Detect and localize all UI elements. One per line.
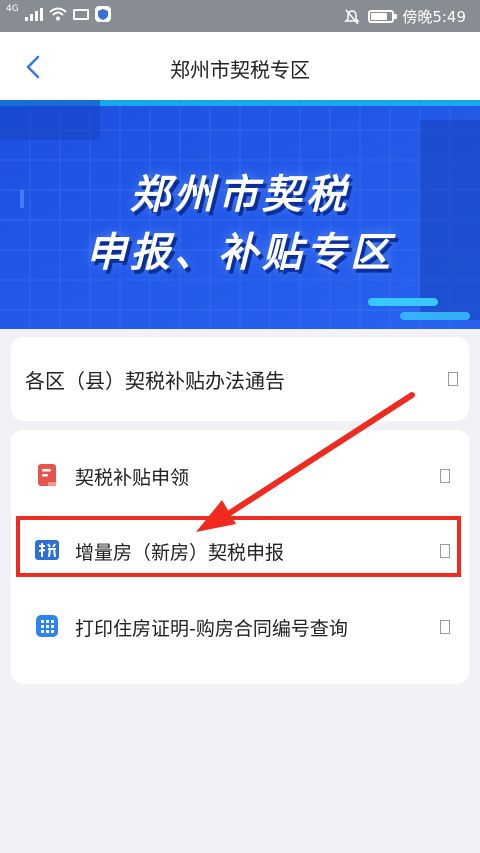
chevron-right-icon <box>440 544 450 558</box>
page-title: 郑州市契税专区 <box>170 58 310 82</box>
network-type: 4G <box>6 4 19 14</box>
document-icon <box>38 464 56 486</box>
chevron-right-icon <box>440 469 450 483</box>
service-label: 打印住房证明-购房合同编号查询 <box>75 618 348 640</box>
service-label: 增量房（新房）契税申报 <box>75 542 285 564</box>
chevron-right-icon <box>448 372 458 386</box>
tax-logo-icon <box>35 540 59 560</box>
status-time: 傍晚5:49 <box>402 8 466 26</box>
service-item-housing-certificate[interactable]: 打印住房证明-购房合同编号查询 <box>11 596 469 656</box>
banner-title-line1: 郑州市契税 <box>130 172 350 218</box>
mail-icon <box>72 8 89 20</box>
status-bar: 4G 傍晚5:49 <box>0 0 480 32</box>
chevron-right-icon <box>440 620 450 634</box>
service-item-new-house-declaration[interactable]: 增量房（新房）契税申报 <box>11 520 469 580</box>
services-card: 契税补贴申领 增量房（新房）契税申报 打印住房证明-购房合同编号查询 <box>11 430 469 684</box>
notice-card[interactable]: 各区（县）契税补贴办法通告 <box>11 337 469 421</box>
building-icon <box>36 615 58 637</box>
mute-icon <box>344 9 361 24</box>
wifi-icon <box>49 7 67 21</box>
status-right: 傍晚5:49 <box>344 6 466 27</box>
status-left: 4G <box>6 4 111 22</box>
shield-app-icon <box>94 6 111 22</box>
hero-banner: 郑州市契税 申报、补贴专区 <box>0 100 480 329</box>
battery-icon <box>368 10 398 23</box>
service-item-deed-subsidy[interactable]: 契税补贴申领 <box>11 445 469 505</box>
service-label: 契税补贴申领 <box>75 467 190 489</box>
nav-bar: 郑州市契税专区 <box>0 32 480 100</box>
signal-icon <box>24 7 43 21</box>
banner-title-line2: 申报、补贴专区 <box>86 230 394 276</box>
notice-label: 各区（县）契税补贴办法通告 <box>25 369 285 393</box>
